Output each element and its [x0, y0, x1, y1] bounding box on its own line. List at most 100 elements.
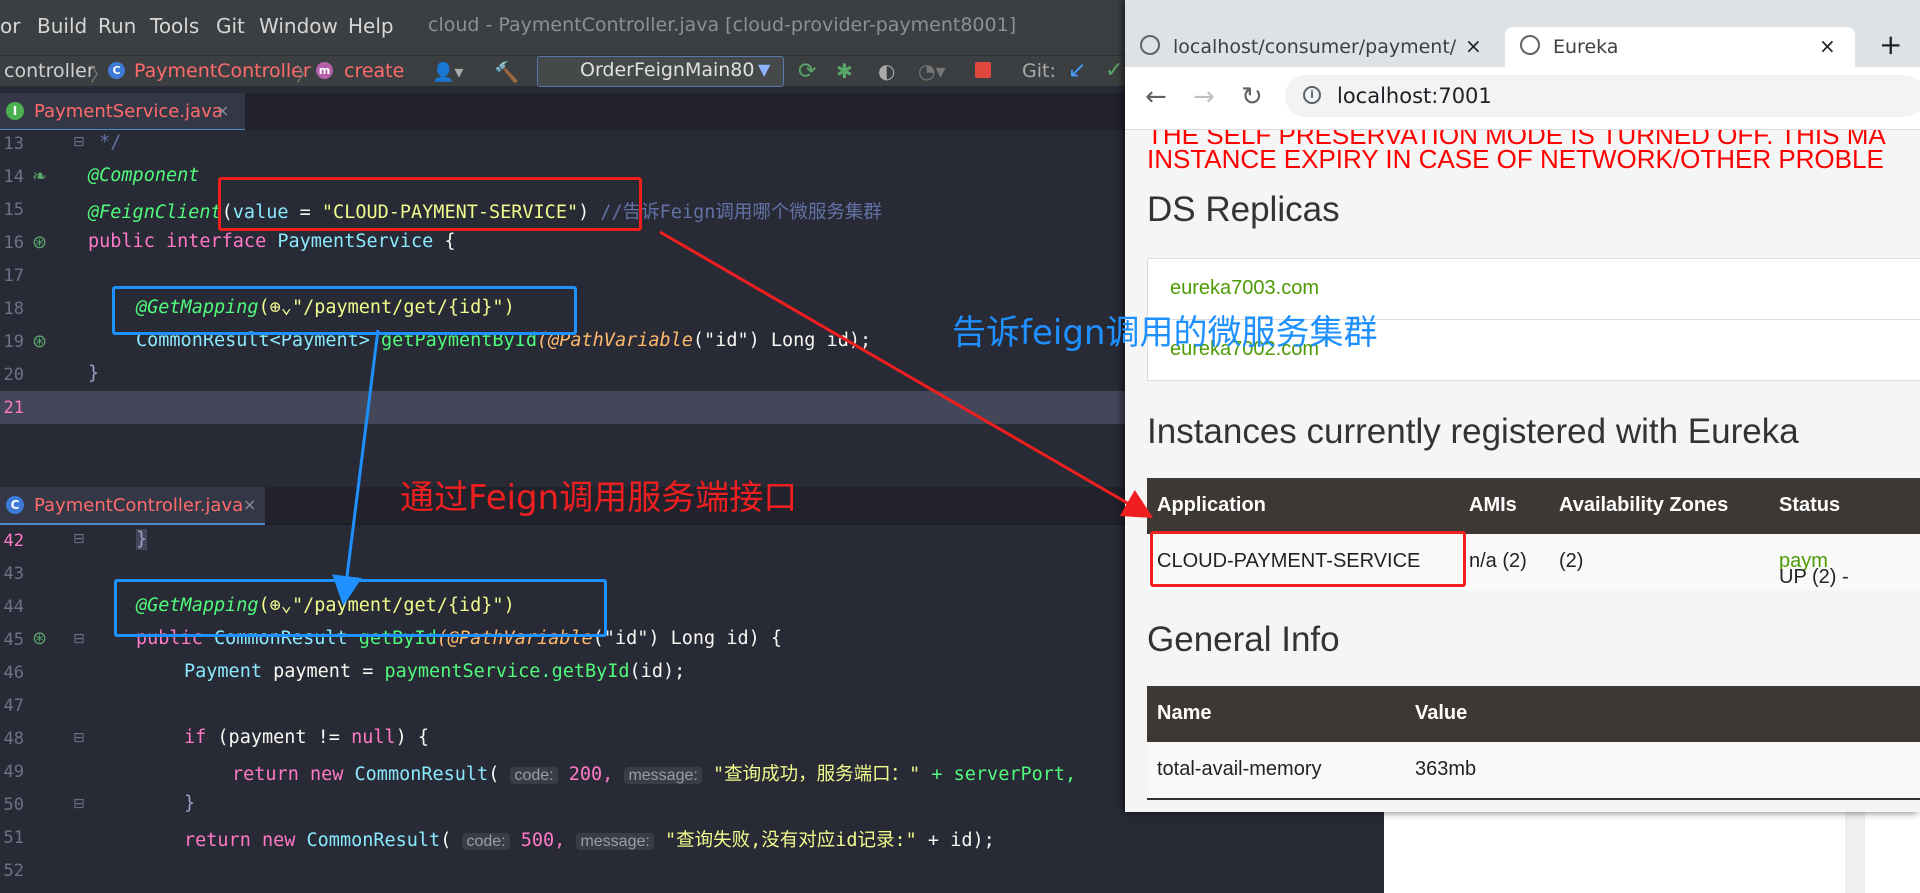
replica-link[interactable]: eureka7003.com: [1170, 277, 1319, 300]
zones-value: (2): [1559, 550, 1584, 572]
menu-item-help[interactable]: Help: [348, 14, 394, 38]
column-header: Value: [1415, 702, 1468, 724]
git-commit-icon[interactable]: ✓: [1105, 58, 1123, 83]
token: ) {: [395, 727, 430, 748]
background-window: [1384, 812, 1920, 893]
breadcrumb-package[interactable]: controller: [4, 60, 95, 82]
menu-bar: or Build Run Tools Git Window Help cloud…: [0, 0, 1130, 55]
ds-replicas-heading: DS Replicas: [1147, 190, 1340, 229]
fold-icon[interactable]: ⊟: [73, 730, 85, 746]
info-value: 363mb: [1415, 758, 1477, 780]
token: CommonResult: [295, 830, 441, 851]
tab-label: PaymentService.java: [34, 101, 223, 122]
fold-icon[interactable]: ⊟: [73, 631, 85, 647]
close-icon[interactable]: ×: [216, 101, 229, 120]
breadcrumb-class[interactable]: PaymentController: [134, 60, 311, 82]
code-line-49: return new CommonResult( code: 200, mess…: [232, 760, 1076, 786]
parameter-hint: code:: [462, 833, 510, 850]
run-configuration-label: OrderFeignMain80: [580, 59, 755, 81]
token: ("id") Long id);: [692, 330, 872, 351]
close-icon[interactable]: ×: [1465, 34, 1482, 58]
editor-tabs-top: I PaymentService.java ×: [0, 93, 1130, 132]
tab-payment-controller[interactable]: C PaymentController.java ×: [0, 487, 265, 526]
code-line-14: @Component: [88, 165, 200, 186]
token: interface: [154, 231, 278, 252]
coverage-icon[interactable]: ◐: [878, 59, 895, 83]
code-line-48: if (payment != null) {: [184, 727, 429, 748]
spring-bean-icon[interactable]: ⊛: [32, 331, 47, 352]
browser-window: localhost/consumer/payment/ × Eureka × +…: [1125, 0, 1920, 812]
method-icon: m: [316, 62, 333, 79]
new-tab-plus-icon[interactable]: +: [1879, 28, 1902, 61]
breadcrumb-separator-icon: 〉: [296, 64, 316, 86]
profile-icon[interactable]: ◔▾: [918, 59, 946, 83]
menu-item-build[interactable]: Build: [37, 14, 87, 38]
git-label: Git:: [1022, 60, 1056, 82]
url-text: localhost:7001: [1337, 84, 1492, 108]
reload-icon[interactable]: ↻: [1241, 82, 1263, 112]
run-configuration-select[interactable]: OrderFeignMain80 ▼: [537, 56, 784, 87]
build-hammer-icon[interactable]: 🔨: [494, 60, 519, 84]
address-bar[interactable]: i localhost:7001: [1285, 75, 1920, 117]
line-number: 15: [3, 200, 24, 220]
line-number: 46: [3, 663, 24, 683]
parameter-hint: code:: [510, 767, 558, 784]
tab-payment-service[interactable]: I PaymentService.java ×: [0, 93, 245, 132]
user-icon[interactable]: 👤▾: [432, 62, 463, 83]
line-number: 20: [3, 365, 24, 385]
fold-icon[interactable]: ⊟: [73, 531, 85, 547]
tab-title: localhost/consumer/payment/: [1173, 36, 1457, 58]
self-preservation-warning: INSTANCE EXPIRY IN CASE OF NETWORK/OTHER…: [1147, 144, 1884, 174]
line-number: 17: [3, 266, 24, 286]
menu-item-run[interactable]: Run: [98, 14, 136, 38]
token: payment =: [261, 661, 385, 682]
instances-heading: Instances currently registered with Eure…: [1147, 412, 1799, 451]
git-update-icon[interactable]: ↙: [1068, 58, 1086, 83]
breadcrumb-method[interactable]: create: [344, 60, 404, 82]
menu-item-git[interactable]: Git: [216, 14, 245, 38]
editor-payment-service[interactable]: 13 14 15 16 17 18 19 20 21 ❧ ⊛ ⊛ ⊟ */ @C…: [0, 130, 1130, 430]
token: return new: [184, 830, 296, 851]
debug-bug-icon[interactable]: ✱: [836, 59, 853, 83]
stop-icon[interactable]: [975, 62, 991, 78]
fold-icon[interactable]: ⊟: [73, 134, 85, 150]
interface-icon: I: [6, 102, 24, 120]
column-header: Application: [1157, 494, 1266, 516]
annotation-tell-feign: 告诉feign调用的微服务集群: [952, 313, 1378, 353]
dropdown-arrow-icon: ▼: [758, 60, 771, 79]
rerun-icon[interactable]: ⟳: [798, 59, 816, 84]
spring-bean-icon[interactable]: ⊛: [32, 628, 47, 649]
token: if: [184, 727, 207, 748]
token: {: [433, 231, 456, 252]
scrollbar[interactable]: [1845, 812, 1865, 893]
back-arrow-icon[interactable]: ←: [1145, 82, 1167, 112]
general-info-heading: General Info: [1147, 620, 1340, 659]
parameter-hint: message:: [576, 833, 654, 850]
line-number: 48: [3, 729, 24, 749]
token: 200,: [557, 764, 625, 785]
column-header: Name: [1157, 702, 1212, 724]
browser-tab-eureka[interactable]: Eureka ×: [1505, 27, 1855, 67]
globe-icon: [1140, 35, 1160, 55]
fold-icon[interactable]: ⊟: [73, 796, 85, 812]
forward-arrow-icon[interactable]: →: [1193, 82, 1215, 112]
feign-client-highlight-box: [218, 177, 642, 231]
spring-bean-icon[interactable]: ⊛: [32, 232, 47, 253]
menu-item-tools[interactable]: Tools: [150, 14, 199, 38]
menu-item-refactor[interactable]: or: [0, 14, 20, 38]
class-icon: C: [108, 62, 125, 79]
token: @FeignClient: [88, 202, 222, 223]
site-info-icon[interactable]: i: [1303, 86, 1321, 104]
column-header: AMIs: [1469, 494, 1517, 516]
line-number: 43: [3, 564, 24, 584]
code-line-50: }: [184, 793, 196, 814]
code-line-16: public interface PaymentService {: [88, 231, 456, 252]
close-icon[interactable]: ×: [1819, 34, 1836, 58]
menu-item-window[interactable]: Window: [259, 14, 338, 38]
column-header: Availability Zones: [1559, 494, 1729, 516]
token: Payment: [184, 661, 262, 682]
line-number: 51: [3, 828, 24, 848]
close-icon[interactable]: ×: [243, 495, 256, 514]
spring-bean-icon[interactable]: ❧: [32, 166, 47, 187]
browser-tab-consumer[interactable]: localhost/consumer/payment/ ×: [1125, 27, 1495, 67]
